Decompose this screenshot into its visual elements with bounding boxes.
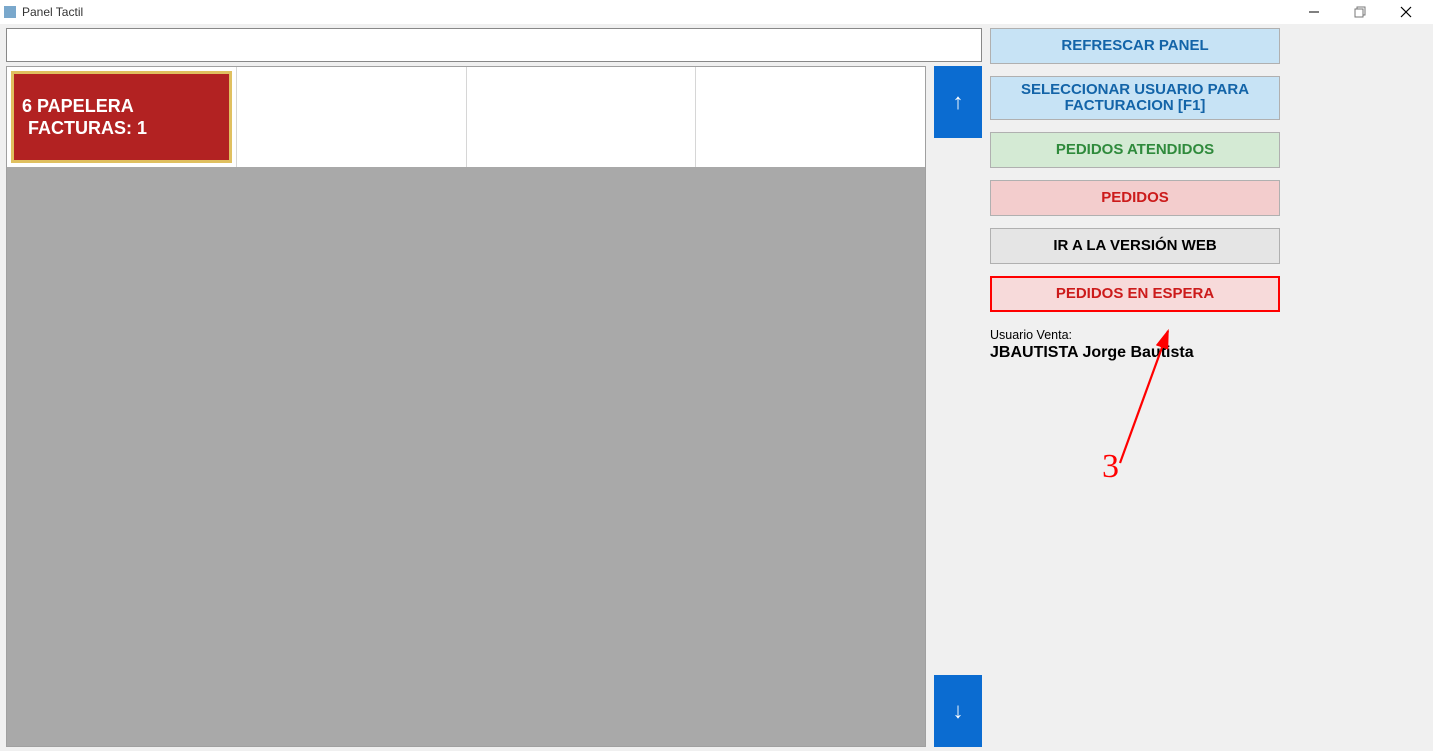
seleccionar-usuario-button[interactable]: SELECCIONAR USUARIO PARA FACTURACION [F1… bbox=[990, 76, 1280, 120]
arrow-up-icon: ↑ bbox=[953, 89, 964, 115]
user-block: Usuario Venta: JBAUTISTA Jorge Bautista bbox=[990, 328, 1280, 362]
tile-line1: 6 PAPELERA bbox=[22, 95, 221, 118]
grid-cell bbox=[467, 67, 697, 167]
user-name: JBAUTISTA Jorge Bautista bbox=[990, 344, 1280, 362]
maximize-icon bbox=[1354, 6, 1366, 18]
window-controls bbox=[1291, 0, 1429, 24]
grid-cell: 6 PAPELERA FACTURAS: 1 bbox=[7, 67, 237, 167]
papelera-tile[interactable]: 6 PAPELERA FACTURAS: 1 bbox=[11, 71, 232, 163]
minimize-icon bbox=[1308, 6, 1320, 18]
close-icon bbox=[1400, 6, 1412, 18]
grid-cell bbox=[237, 67, 467, 167]
annotation-number: 3 bbox=[1102, 448, 1119, 486]
grid-row: 6 PAPELERA FACTURAS: 1 bbox=[7, 67, 925, 167]
search-wrap bbox=[6, 28, 982, 62]
window-title: Panel Tactil bbox=[22, 5, 83, 19]
minimize-button[interactable] bbox=[1291, 0, 1337, 24]
grid-cell bbox=[696, 67, 925, 167]
tile-line2: FACTURAS: 1 bbox=[22, 117, 221, 140]
pedidos-button[interactable]: PEDIDOS bbox=[990, 180, 1280, 216]
pedidos-atendidos-button[interactable]: PEDIDOS ATENDIDOS bbox=[990, 132, 1280, 168]
version-web-button[interactable]: IR A LA VERSIÓN WEB bbox=[990, 228, 1280, 264]
arrow-down-icon: ↓ bbox=[953, 698, 964, 724]
scroll-down-button[interactable]: ↓ bbox=[934, 675, 982, 747]
maximize-button[interactable] bbox=[1337, 0, 1383, 24]
close-button[interactable] bbox=[1383, 0, 1429, 24]
main-grid: 6 PAPELERA FACTURAS: 1 bbox=[6, 66, 926, 747]
scroll-up-button[interactable]: ↑ bbox=[934, 66, 982, 138]
refrescar-panel-button[interactable]: REFRESCAR PANEL bbox=[990, 28, 1280, 64]
pedidos-en-espera-button[interactable]: PEDIDOS EN ESPERA bbox=[990, 276, 1280, 312]
titlebar: Panel Tactil bbox=[0, 0, 1433, 24]
search-input[interactable] bbox=[7, 29, 981, 61]
user-label: Usuario Venta: bbox=[990, 328, 1280, 342]
app-icon bbox=[4, 6, 16, 18]
